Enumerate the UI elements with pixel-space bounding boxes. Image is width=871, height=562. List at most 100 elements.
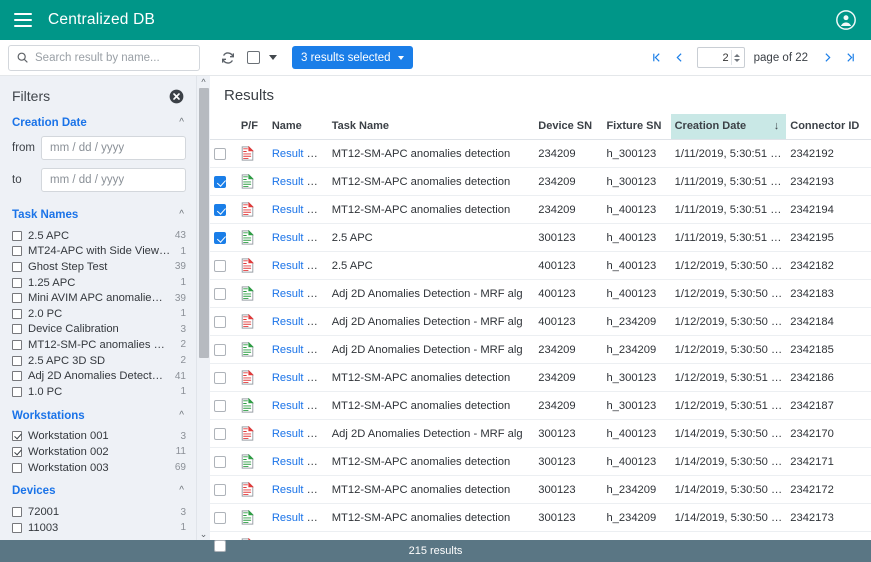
scrollbar-thumb[interactable] — [199, 88, 209, 358]
filter-section-header-task-names[interactable]: Task Names ^ — [0, 206, 196, 224]
filter-checkbox-icon[interactable] — [12, 231, 22, 241]
filter-item-task-name[interactable]: 1.25 APC1 — [0, 275, 196, 291]
filter-checkbox-icon[interactable] — [12, 246, 22, 256]
first-page-icon[interactable] — [646, 46, 668, 70]
select-all-checkbox-icon[interactable] — [247, 51, 260, 64]
result-link[interactable]: Result 170 — [272, 428, 326, 440]
row-name-cell[interactable]: Result 194 — [268, 196, 328, 224]
filter-item-task-name[interactable]: Adj 2D Anomalies Detection - M...41 — [0, 368, 196, 384]
filter-section-header-workstations[interactable]: Workstations ^ — [0, 407, 196, 425]
row-checkbox[interactable] — [214, 204, 226, 216]
row-select-cell[interactable] — [210, 308, 237, 336]
filter-section-header-devices[interactable]: Devices ^ — [0, 482, 196, 500]
table-row[interactable]: Result 186MT12-SM-APC anomalies detectio… — [210, 364, 871, 392]
filter-item-task-name[interactable]: Mini AVIM APC anomalies detect...39 — [0, 290, 196, 306]
row-select-cell[interactable] — [210, 140, 237, 168]
row-checkbox[interactable] — [214, 484, 226, 496]
row-name-cell[interactable]: Result 171 — [268, 448, 328, 476]
filter-checkbox-icon[interactable] — [12, 293, 22, 303]
result-link[interactable]: Result 172 — [272, 484, 326, 496]
filter-checkbox-icon[interactable] — [12, 387, 22, 397]
filter-item-task-name[interactable]: Ghost Step Test39 — [0, 259, 196, 275]
filter-item-task-name[interactable]: Device Calibration3 — [0, 322, 196, 338]
row-name-cell[interactable]: Result 172 — [268, 476, 328, 504]
column-header-connector[interactable]: Connector ID — [786, 114, 871, 140]
filter-checkbox-icon[interactable] — [12, 371, 22, 381]
row-select-cell[interactable] — [210, 336, 237, 364]
table-row[interactable]: Result 172MT12-SM-APC anomalies detectio… — [210, 476, 871, 504]
row-checkbox[interactable] — [214, 148, 226, 160]
filter-checkbox-icon[interactable] — [12, 463, 22, 473]
table-row[interactable]: Result 1952.5 APC300123h_4001231/11/2019… — [210, 224, 871, 252]
row-select-cell[interactable] — [210, 196, 237, 224]
chevron-up-icon[interactable]: ^ — [179, 411, 184, 421]
row-name-cell[interactable]: Result 187 — [268, 392, 328, 420]
selection-summary-button[interactable]: 3 results selected — [292, 46, 413, 69]
filter-checkbox-icon[interactable] — [12, 507, 22, 517]
date-from-input[interactable]: mm / dd / yyyy — [41, 136, 186, 160]
column-header-pf[interactable]: P/F — [237, 114, 268, 140]
date-to-input[interactable]: mm / dd / yyyy — [41, 168, 186, 192]
result-link[interactable]: Result 173 — [272, 512, 326, 524]
sidebar-scrollbar[interactable]: ^ ⌄ — [196, 76, 210, 540]
column-header-fixture[interactable]: Fixture SN — [602, 114, 670, 140]
filter-checkbox-icon[interactable] — [12, 431, 22, 441]
table-row[interactable]: Result 187MT12-SM-APC anomalies detectio… — [210, 392, 871, 420]
column-header-name[interactable]: Name — [268, 114, 328, 140]
filter-item-workstation[interactable]: Workstation 00211 — [0, 444, 196, 460]
select-all-chevron-down-icon[interactable] — [269, 55, 277, 60]
filter-checkbox-icon[interactable] — [12, 340, 22, 350]
row-name-cell[interactable]: Result 186 — [268, 364, 328, 392]
table-row[interactable]: Result 1822.5 APC400123h_4001231/12/2019… — [210, 252, 871, 280]
row-select-cell[interactable] — [210, 364, 237, 392]
row-name-cell[interactable]: Result 183 — [268, 280, 328, 308]
filter-section-header-creation-date[interactable]: Creation Date ^ — [0, 114, 196, 132]
row-select-cell[interactable] — [210, 392, 237, 420]
table-row[interactable]: Result 184Adj 2D Anomalies Detection - M… — [210, 308, 871, 336]
filter-item-device[interactable]: 110031 — [0, 520, 196, 536]
filter-item-task-name[interactable]: MT12-SM-PC anomalies detectio...2 — [0, 337, 196, 353]
filter-checkbox-icon[interactable] — [12, 447, 22, 457]
column-header-device[interactable]: Device SN — [534, 114, 602, 140]
clear-filters-icon[interactable] — [169, 89, 184, 104]
scrollbar-track[interactable] — [199, 88, 209, 528]
row-name-cell[interactable]: Result 193 — [268, 168, 328, 196]
search-box[interactable] — [8, 45, 200, 71]
filter-checkbox-icon[interactable] — [12, 324, 22, 334]
result-link[interactable]: Result 185 — [272, 344, 326, 356]
last-page-icon[interactable] — [839, 46, 861, 70]
filter-item-task-name[interactable]: 2.5 APC43 — [0, 228, 196, 244]
table-row[interactable]: Result 192MT12-SM-APC anomalies detectio… — [210, 140, 871, 168]
row-checkbox[interactable] — [214, 512, 226, 524]
result-link[interactable]: Result 183 — [272, 288, 326, 300]
result-link[interactable]: Result 192 — [272, 148, 326, 160]
chevron-up-icon[interactable]: ^ — [179, 118, 184, 128]
filter-checkbox-icon[interactable] — [12, 523, 22, 533]
row-select-cell[interactable] — [210, 280, 237, 308]
table-row[interactable]: Result 185Adj 2D Anomalies Detection - M… — [210, 336, 871, 364]
result-link[interactable]: Result 186 — [272, 372, 326, 384]
next-page-icon[interactable] — [816, 46, 838, 70]
row-checkbox[interactable] — [214, 344, 226, 356]
row-select-cell[interactable] — [210, 420, 237, 448]
filter-item-workstation[interactable]: Workstation 00369 — [0, 460, 196, 476]
table-row[interactable]: Result 193MT12-SM-APC anomalies detectio… — [210, 168, 871, 196]
column-header-task[interactable]: Task Name — [328, 114, 535, 140]
table-row[interactable]: Result 173MT12-SM-APC anomalies detectio… — [210, 504, 871, 532]
row-checkbox[interactable] — [214, 428, 226, 440]
row-select-cell[interactable] — [210, 476, 237, 504]
search-input[interactable] — [35, 52, 192, 64]
row-checkbox[interactable] — [214, 400, 226, 412]
row-name-cell[interactable]: Result 184 — [268, 308, 328, 336]
row-checkbox[interactable] — [214, 260, 226, 272]
previous-page-icon[interactable] — [669, 46, 691, 70]
row-select-cell[interactable] — [210, 448, 237, 476]
filter-checkbox-icon[interactable] — [12, 262, 22, 272]
result-link[interactable]: Result 194 — [272, 204, 326, 216]
spinner-down-icon[interactable] — [734, 59, 740, 62]
chevron-up-icon[interactable]: ^ — [179, 486, 184, 496]
refresh-icon[interactable] — [218, 48, 238, 68]
filter-checkbox-icon[interactable] — [12, 278, 22, 288]
scroll-up-icon[interactable]: ^ — [201, 78, 205, 86]
result-link[interactable]: Result 184 — [272, 316, 326, 328]
